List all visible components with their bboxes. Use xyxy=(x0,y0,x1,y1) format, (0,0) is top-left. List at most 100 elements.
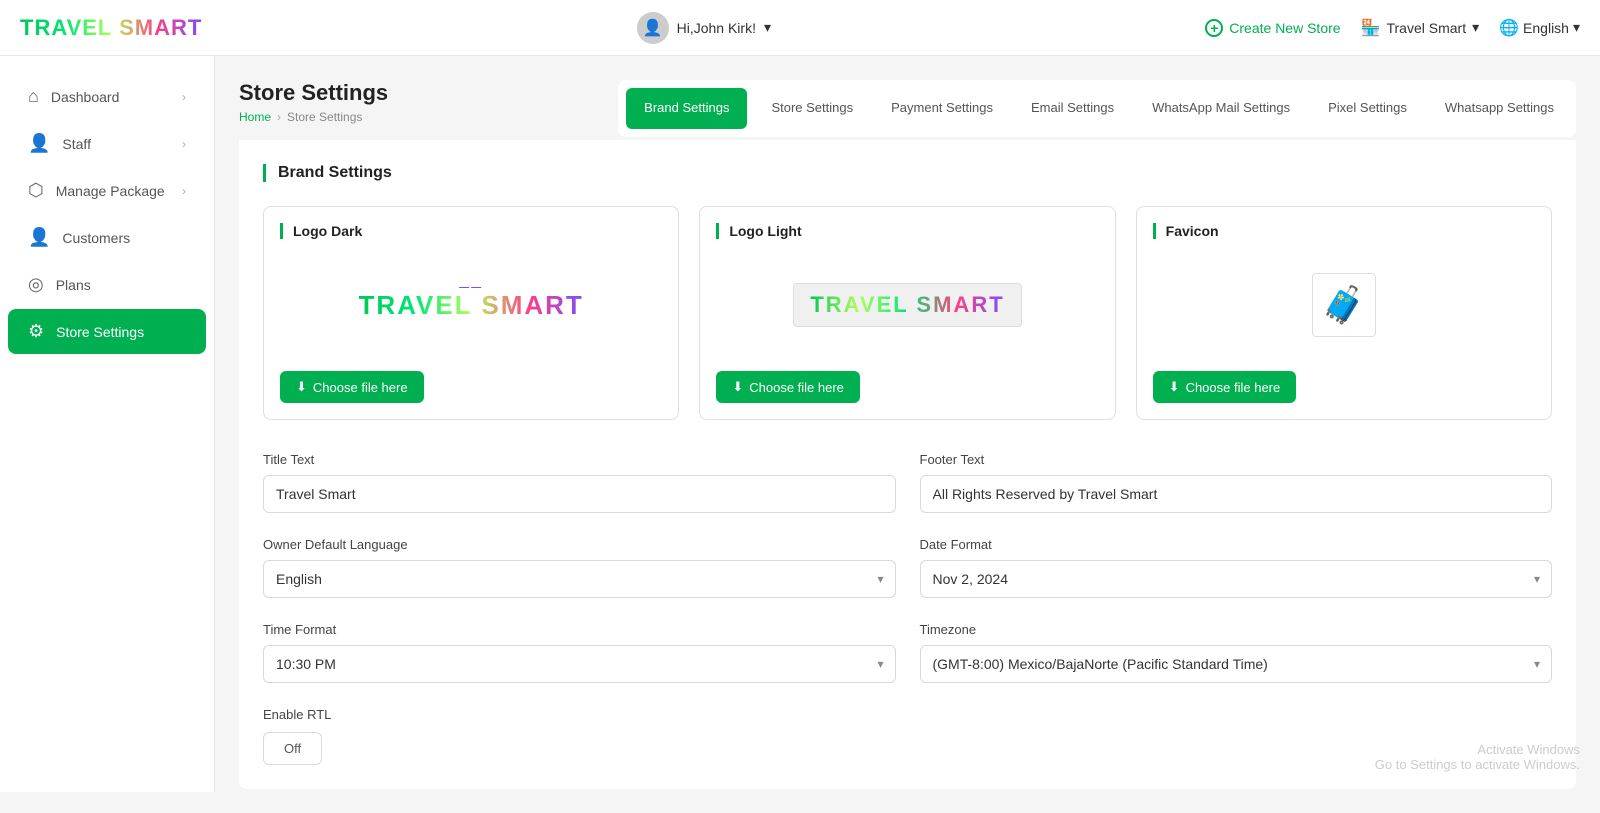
time-format-select-wrapper: 10:30 PM ▾ xyxy=(263,645,896,683)
logo-dark-card: Logo Dark TRAVEL SMART ⬇ Choose file her… xyxy=(263,206,679,420)
sidebar-item-plans[interactable]: ◎ Plans xyxy=(8,262,206,307)
sidebar-item-label: Store Settings xyxy=(56,324,144,340)
logo-dark-title: Logo Dark xyxy=(280,223,662,239)
logo-dark-choose-file-button[interactable]: ⬇ Choose file here xyxy=(280,371,424,403)
chevron-down-icon: ▾ xyxy=(1573,19,1580,36)
staff-icon: 👤 xyxy=(28,133,50,154)
choose-file-label: Choose file here xyxy=(749,380,844,395)
topnav-user[interactable]: 👤 Hi,John Kirk! ▾ xyxy=(637,12,771,44)
logo-light-choose-file-button[interactable]: ⬇ Choose file here xyxy=(716,371,860,403)
time-format-label: Time Format xyxy=(263,622,896,637)
avatar: 👤 xyxy=(637,12,669,44)
favicon-image-area: 🧳 xyxy=(1153,255,1535,355)
tab-pixel-settings[interactable]: Pixel Settings xyxy=(1310,88,1425,129)
sidebar: ⌂ Dashboard › 👤 Staff › ⬡ Manage Package… xyxy=(0,56,215,792)
plans-icon: ◎ xyxy=(28,274,44,295)
choose-file-label: Choose file here xyxy=(313,380,408,395)
tab-store-settings[interactable]: Store Settings xyxy=(753,88,871,129)
chevron-right-icon: › xyxy=(182,137,186,151)
content-area: Brand Settings Logo Dark TRAVEL SMART ⬇ … xyxy=(239,140,1576,789)
time-format-select[interactable]: 10:30 PM xyxy=(263,645,896,683)
logo-dark-text: TRAVEL SMART xyxy=(359,290,584,321)
logo-light-title: Logo Light xyxy=(716,223,1098,239)
date-format-group: Date Format Nov 2, 2024 ▾ xyxy=(920,537,1553,598)
page-header: Store Settings Home › Store Settings xyxy=(239,80,388,124)
topnav-language-selector[interactable]: 🌐 English ▾ xyxy=(1499,18,1580,38)
store-icon: 🏪 xyxy=(1361,18,1381,38)
owner-language-select-wrapper: English ▾ xyxy=(263,560,896,598)
tabs-wrapper: Brand Settings Store Settings Payment Se… xyxy=(618,80,1576,137)
enable-rtl-label: Enable RTL xyxy=(263,707,1552,722)
sidebar-item-dashboard[interactable]: ⌂ Dashboard › xyxy=(8,74,206,119)
footer-text-group: Footer Text xyxy=(920,452,1553,513)
sidebar-item-customers[interactable]: 👤 Customers xyxy=(8,215,206,260)
sidebar-item-label: Customers xyxy=(62,230,130,246)
tab-email-settings[interactable]: Email Settings xyxy=(1013,88,1132,129)
favicon-choose-file-button[interactable]: ⬇ Choose file here xyxy=(1153,371,1297,403)
dashboard-icon: ⌂ xyxy=(28,86,39,107)
topnav-logo: TRAVEL SMART xyxy=(20,15,202,41)
logo-dark-preview: TRAVEL SMART xyxy=(359,290,584,321)
topnav-language-label: English xyxy=(1523,20,1569,36)
timezone-group: Timezone (GMT-8:00) Mexico/BajaNorte (Pa… xyxy=(920,622,1553,683)
date-format-select[interactable]: Nov 2, 2024 xyxy=(920,560,1553,598)
page-top-row: Store Settings Home › Store Settings Bra… xyxy=(239,80,1576,140)
tab-whatsapp-mail-settings[interactable]: WhatsApp Mail Settings xyxy=(1134,88,1308,129)
topnav-store-name: Travel Smart xyxy=(1386,20,1466,36)
topnav-right: + Create New Store 🏪 Travel Smart ▾ 🌐 En… xyxy=(1205,18,1580,38)
title-footer-row: Title Text Footer Text xyxy=(263,452,1552,513)
sidebar-item-store-settings[interactable]: ⚙ Store Settings xyxy=(8,309,206,354)
chevron-down-icon: ▾ xyxy=(1472,19,1479,36)
logo-dark-image-area: TRAVEL SMART xyxy=(280,255,662,355)
sidebar-item-label: Staff xyxy=(62,136,91,152)
timezone-select-wrapper: (GMT-8:00) Mexico/BajaNorte (Pacific Sta… xyxy=(920,645,1553,683)
topnav: TRAVEL SMART 👤 Hi,John Kirk! ▾ + Create … xyxy=(0,0,1600,56)
tab-whatsapp-settings[interactable]: Whatsapp Settings xyxy=(1427,88,1572,129)
title-text-label: Title Text xyxy=(263,452,896,467)
package-icon: ⬡ xyxy=(28,180,44,201)
logo-light-card: Logo Light TRAVEL SMART ⬇ Choose file he… xyxy=(699,206,1115,420)
title-text-group: Title Text xyxy=(263,452,896,513)
tab-brand-settings[interactable]: Brand Settings xyxy=(626,88,747,129)
footer-text-input[interactable] xyxy=(920,475,1553,513)
logo-light-image-area: TRAVEL SMART xyxy=(716,255,1098,355)
sidebar-item-staff[interactable]: 👤 Staff › xyxy=(8,121,206,166)
rtl-toggle-button[interactable]: Off xyxy=(263,732,322,765)
timezone-select[interactable]: (GMT-8:00) Mexico/BajaNorte (Pacific Sta… xyxy=(920,645,1553,683)
settings-icon: ⚙ xyxy=(28,321,44,342)
globe-icon: 🌐 xyxy=(1499,18,1519,38)
upload-icon: ⬇ xyxy=(1169,379,1180,395)
upload-icon: ⬇ xyxy=(296,379,307,395)
breadcrumb-current: Store Settings xyxy=(287,110,362,124)
title-text-input[interactable] xyxy=(263,475,896,513)
logo-cards: Logo Dark TRAVEL SMART ⬇ Choose file her… xyxy=(263,206,1552,420)
logo-light-text: TRAVEL SMART xyxy=(810,292,1004,318)
sidebar-item-label: Manage Package xyxy=(56,183,165,199)
create-new-store-button[interactable]: + Create New Store xyxy=(1205,19,1340,37)
chevron-right-icon: › xyxy=(182,90,186,104)
owner-language-select[interactable]: English xyxy=(263,560,896,598)
time-format-group: Time Format 10:30 PM ▾ xyxy=(263,622,896,683)
owner-language-label: Owner Default Language xyxy=(263,537,896,552)
sidebar-item-manage-package[interactable]: ⬡ Manage Package › xyxy=(8,168,206,213)
date-format-select-wrapper: Nov 2, 2024 ▾ xyxy=(920,560,1553,598)
layout: ⌂ Dashboard › 👤 Staff › ⬡ Manage Package… xyxy=(0,56,1600,813)
sidebar-item-label: Dashboard xyxy=(51,89,120,105)
owner-language-group: Owner Default Language English ▾ xyxy=(263,537,896,598)
breadcrumb-home-link[interactable]: Home xyxy=(239,110,271,124)
brand-settings-title: Brand Settings xyxy=(263,164,1552,182)
upload-icon: ⬇ xyxy=(732,379,743,395)
customers-icon: 👤 xyxy=(28,227,50,248)
chevron-down-icon: ▾ xyxy=(764,19,771,36)
topnav-user-name: Hi,John Kirk! xyxy=(677,20,756,36)
create-new-store-label: Create New Store xyxy=(1229,20,1340,36)
tab-payment-settings[interactable]: Payment Settings xyxy=(873,88,1011,129)
topnav-store-selector[interactable]: 🏪 Travel Smart ▾ xyxy=(1361,18,1480,38)
time-timezone-row: Time Format 10:30 PM ▾ Timezone (GMT-8:0… xyxy=(263,622,1552,683)
favicon-card: Favicon 🧳 ⬇ Choose file here xyxy=(1136,206,1552,420)
logo-light-preview: TRAVEL SMART xyxy=(793,283,1021,327)
rtl-section: Enable RTL Off xyxy=(263,707,1552,765)
plus-icon: + xyxy=(1205,19,1223,37)
footer-text-label: Footer Text xyxy=(920,452,1553,467)
sidebar-item-label: Plans xyxy=(56,277,91,293)
